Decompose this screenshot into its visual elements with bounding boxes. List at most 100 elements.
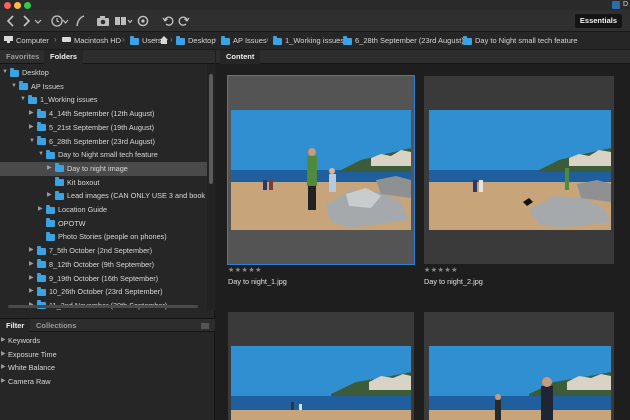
- thumbnail-cell[interactable]: [424, 76, 614, 264]
- history-dropdown-icon[interactable]: [34, 14, 42, 28]
- filter-item-camera-raw[interactable]: ▶ Camera Raw: [0, 375, 215, 389]
- tree-item[interactable]: Photo Stories (people on phones): [0, 230, 207, 244]
- breadcrumb-item-28th-september[interactable]: 6_28th September (23rd August): [343, 35, 464, 46]
- recent-files-clock-icon[interactable]: [50, 14, 70, 28]
- app-initial: D: [622, 1, 628, 8]
- filter-list: ▶ Keywords ▶ Exposure Time ▶ White Balance …: [0, 334, 215, 389]
- folder-icon: [46, 204, 55, 214]
- tree-item[interactable]: ▶ 8_12th October (9th September): [0, 258, 207, 272]
- photo-thumbnail[interactable]: [231, 346, 411, 420]
- folder-icon: [55, 163, 64, 173]
- content-panel: Content ★★★★★ Day to night_1.jpg ★★★★★ D…: [216, 50, 630, 420]
- tree-item[interactable]: ▶ 4_14th September (12th August): [0, 107, 207, 121]
- tree-item-label: 4_14th September (12th August): [49, 109, 155, 119]
- photo-thumbnail[interactable]: [231, 110, 411, 230]
- chevron-right-icon[interactable]: ▶: [29, 121, 35, 135]
- scrollbar-thumb[interactable]: [209, 74, 213, 184]
- folder-icon: [343, 35, 352, 45]
- thumbnail-cell[interactable]: [227, 75, 415, 265]
- tree-item[interactable]: ▶ 7_5th October (2nd September): [0, 244, 207, 258]
- chevron-right-icon[interactable]: ▶: [29, 244, 35, 258]
- filter-item-white-balance[interactable]: ▶ White Balance: [0, 361, 215, 375]
- tree-item[interactable]: ▶ 9_19th October (16th September): [0, 272, 207, 286]
- folder-icon: [55, 190, 64, 200]
- folder-icon: [221, 35, 230, 45]
- tree-item[interactable]: ▼ Desktop: [0, 66, 207, 80]
- tree-item[interactable]: ▶ Lead images (CAN ONLY USE 3 and book co…: [0, 189, 207, 203]
- tree-item[interactable]: OPOTW: [0, 217, 207, 231]
- thumbnail-cell[interactable]: [228, 312, 414, 420]
- back-icon[interactable]: [5, 14, 17, 28]
- tab-folders[interactable]: Folders: [44, 50, 84, 64]
- tab-content[interactable]: Content: [220, 50, 261, 64]
- tree-item[interactable]: Kit boxout: [0, 176, 207, 190]
- tab-filter[interactable]: Filter: [0, 319, 31, 333]
- minimize-window-button[interactable]: [14, 2, 21, 9]
- workspace-essentials-button[interactable]: Essentials: [574, 14, 622, 28]
- folder-tree-scrollbar[interactable]: [207, 64, 215, 310]
- breadcrumb-item-desktop[interactable]: Desktop: [176, 35, 216, 46]
- filter-label: White Balance: [8, 363, 56, 373]
- refine-dropdown-icon[interactable]: [114, 14, 134, 28]
- zoom-window-button[interactable]: [24, 2, 31, 9]
- breadcrumb-separator: ›: [54, 35, 57, 44]
- rotate-left-icon[interactable]: [162, 14, 174, 28]
- folder-icon: [37, 108, 46, 118]
- tree-item[interactable]: ▼ 6_28th September (23rd August): [0, 135, 207, 149]
- breadcrumb-item-computer[interactable]: Computer: [4, 36, 49, 46]
- chevron-right-icon: ▶: [1, 378, 6, 385]
- filter-item-keywords[interactable]: ▶ Keywords: [0, 334, 215, 348]
- folder-icon: [28, 94, 37, 104]
- filter-item-exposure-time[interactable]: ▶ Exposure Time: [0, 348, 215, 362]
- tree-item[interactable]: ▶ Day to night image: [0, 161, 207, 176]
- tree-item[interactable]: ▶ 10_26th October (23rd September): [0, 285, 207, 299]
- tree-item[interactable]: ▼ 1_Working issues: [0, 93, 207, 107]
- content-panel-tabs: Content: [216, 50, 630, 64]
- rating-stars[interactable]: ★★★★★: [424, 266, 458, 274]
- chevron-down-icon[interactable]: ▼: [20, 93, 26, 107]
- camera-import-icon[interactable]: [96, 14, 110, 28]
- breadcrumb-item-macintosh-hd[interactable]: Macintosh HD: [62, 36, 121, 46]
- tab-collections[interactable]: Collections: [30, 319, 82, 333]
- thumbnail-filename[interactable]: Day to night_1.jpg: [228, 277, 287, 286]
- thumbnail-cell[interactable]: [424, 312, 614, 420]
- chevron-right-icon[interactable]: ▶: [47, 162, 53, 176]
- tree-item-label: Photo Stories (people on phones): [58, 232, 167, 242]
- chevron-right-icon[interactable]: ▶: [29, 272, 35, 286]
- photo-thumbnail[interactable]: [429, 110, 611, 230]
- breadcrumb-label: Macintosh HD: [74, 36, 122, 45]
- tree-item[interactable]: ▶ Location Guide: [0, 203, 207, 217]
- chevron-right-icon[interactable]: ▶: [29, 107, 35, 121]
- chevron-down-icon[interactable]: ▼: [11, 80, 17, 94]
- rating-stars[interactable]: ★★★★★: [228, 266, 262, 274]
- tab-favorites[interactable]: Favorites: [0, 50, 45, 64]
- chevron-down-icon[interactable]: ▼: [29, 135, 35, 149]
- folder-icon: [46, 218, 55, 228]
- chevron-right-icon[interactable]: ▶: [29, 285, 35, 299]
- breadcrumb-item-working-issues[interactable]: 1_Working issues: [273, 35, 344, 46]
- folder-icon: [55, 177, 64, 187]
- chevron-right-icon[interactable]: ▶: [29, 258, 35, 272]
- breadcrumb-item-ap-issues[interactable]: AP Issues: [221, 35, 267, 46]
- breadcrumb-item-day-to-night[interactable]: Day to Night small tech feature: [463, 35, 578, 46]
- thumbnail-filename[interactable]: Day to night_2.jpg: [424, 277, 483, 286]
- close-window-button[interactable]: [4, 2, 11, 9]
- tree-item[interactable]: ▼ AP Issues: [0, 80, 207, 94]
- tree-item[interactable]: ▶ 5_21st September (19th August): [0, 121, 207, 135]
- scrollbar-thumb[interactable]: [8, 305, 198, 308]
- chevron-down-icon[interactable]: ▼: [38, 148, 44, 162]
- folder-tree-horizontal-scrollbar[interactable]: [0, 302, 207, 310]
- tree-item-label: Day to night image: [67, 163, 128, 173]
- return-boomerang-icon[interactable]: [74, 14, 86, 28]
- open-in-camera-raw-icon[interactable]: [137, 14, 149, 28]
- tree-item[interactable]: ▼ Day to Night small tech feature: [0, 148, 207, 162]
- breadcrumb-separator: ›: [266, 35, 269, 44]
- folder-icon: [37, 286, 46, 296]
- forward-icon[interactable]: [20, 14, 32, 28]
- rotate-right-icon[interactable]: [178, 14, 190, 28]
- chevron-right-icon[interactable]: ▶: [47, 189, 53, 203]
- chevron-right-icon[interactable]: ▶: [38, 203, 44, 217]
- panel-menu-icon[interactable]: [201, 323, 209, 329]
- chevron-down-icon[interactable]: ▼: [2, 66, 8, 80]
- photo-thumbnail[interactable]: [429, 346, 611, 420]
